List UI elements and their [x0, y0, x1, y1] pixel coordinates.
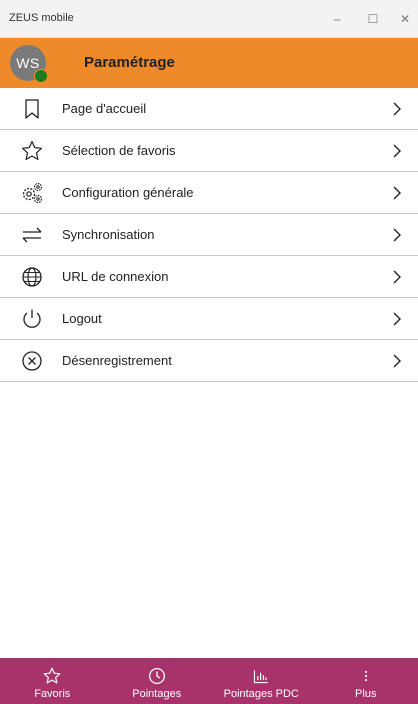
- chevron-right-icon: [393, 186, 401, 200]
- menu-item-label: Page d'accueil: [62, 101, 147, 116]
- chevron-right-icon: [393, 270, 401, 284]
- tab-label: Plus: [355, 688, 377, 700]
- menu-item-label: Synchronisation: [62, 227, 155, 242]
- chevron-right-icon: [393, 102, 401, 116]
- chevron-right-icon: [393, 354, 401, 368]
- window-titlebar: ZEUS mobile – ☐ ✕: [0, 0, 418, 38]
- tab-favoris[interactable]: Favoris: [0, 658, 105, 704]
- page-header: WS Paramétrage: [0, 38, 418, 88]
- tab-pointages-pdc[interactable]: Pointages PDC: [209, 658, 314, 704]
- tab-label: Pointages PDC: [223, 688, 299, 700]
- menu-item-configuration-generale[interactable]: Configuration générale: [0, 172, 418, 214]
- tab-label: Pointages: [132, 688, 182, 700]
- menu-item-desenregistrement[interactable]: Désenregistrement: [0, 340, 418, 382]
- bottom-navigation: Favoris Pointages Pointages PDC Plus: [0, 658, 418, 704]
- menu-item-label: URL de connexion: [62, 269, 169, 284]
- bar-chart-icon: [254, 670, 268, 684]
- more-vertical-icon: [364, 670, 367, 682]
- maximize-button[interactable]: ☐: [355, 0, 391, 38]
- avatar-initials: WS: [16, 55, 40, 71]
- cancel-circle-icon: [22, 351, 42, 371]
- menu-item-url-connexion[interactable]: URL de connexion: [0, 256, 418, 298]
- star-icon: [21, 140, 43, 160]
- menu-item-page-accueil[interactable]: Page d'accueil: [0, 88, 418, 130]
- settings-menu: Page d'accueil Sélection de favoris Conf…: [0, 88, 418, 382]
- menu-item-label: Configuration générale: [62, 185, 194, 200]
- menu-item-logout[interactable]: Logout: [0, 298, 418, 340]
- sync-arrows-icon: [22, 227, 42, 243]
- menu-item-label: Sélection de favoris: [62, 143, 176, 158]
- gears-icon: [22, 182, 43, 204]
- menu-item-label: Logout: [62, 311, 102, 326]
- power-icon: [23, 309, 41, 328]
- tab-plus[interactable]: Plus: [314, 658, 418, 704]
- app-title: ZEUS mobile: [9, 12, 74, 24]
- menu-item-selection-favoris[interactable]: Sélection de favoris: [0, 130, 418, 172]
- tab-pointages[interactable]: Pointages: [105, 658, 210, 704]
- close-button[interactable]: ✕: [387, 0, 418, 38]
- chevron-right-icon: [393, 312, 401, 326]
- presence-indicator: [34, 69, 48, 83]
- page-title: Paramétrage: [84, 54, 175, 71]
- clock-icon: [148, 667, 165, 685]
- minimize-button[interactable]: –: [319, 0, 355, 38]
- menu-item-label: Désenregistrement: [62, 353, 172, 368]
- bookmark-icon: [25, 99, 39, 119]
- menu-item-synchronisation[interactable]: Synchronisation: [0, 214, 418, 256]
- tab-label: Favoris: [34, 688, 71, 700]
- globe-icon: [22, 267, 42, 287]
- chevron-right-icon: [393, 228, 401, 242]
- chevron-right-icon: [393, 144, 401, 158]
- star-icon: [43, 667, 61, 684]
